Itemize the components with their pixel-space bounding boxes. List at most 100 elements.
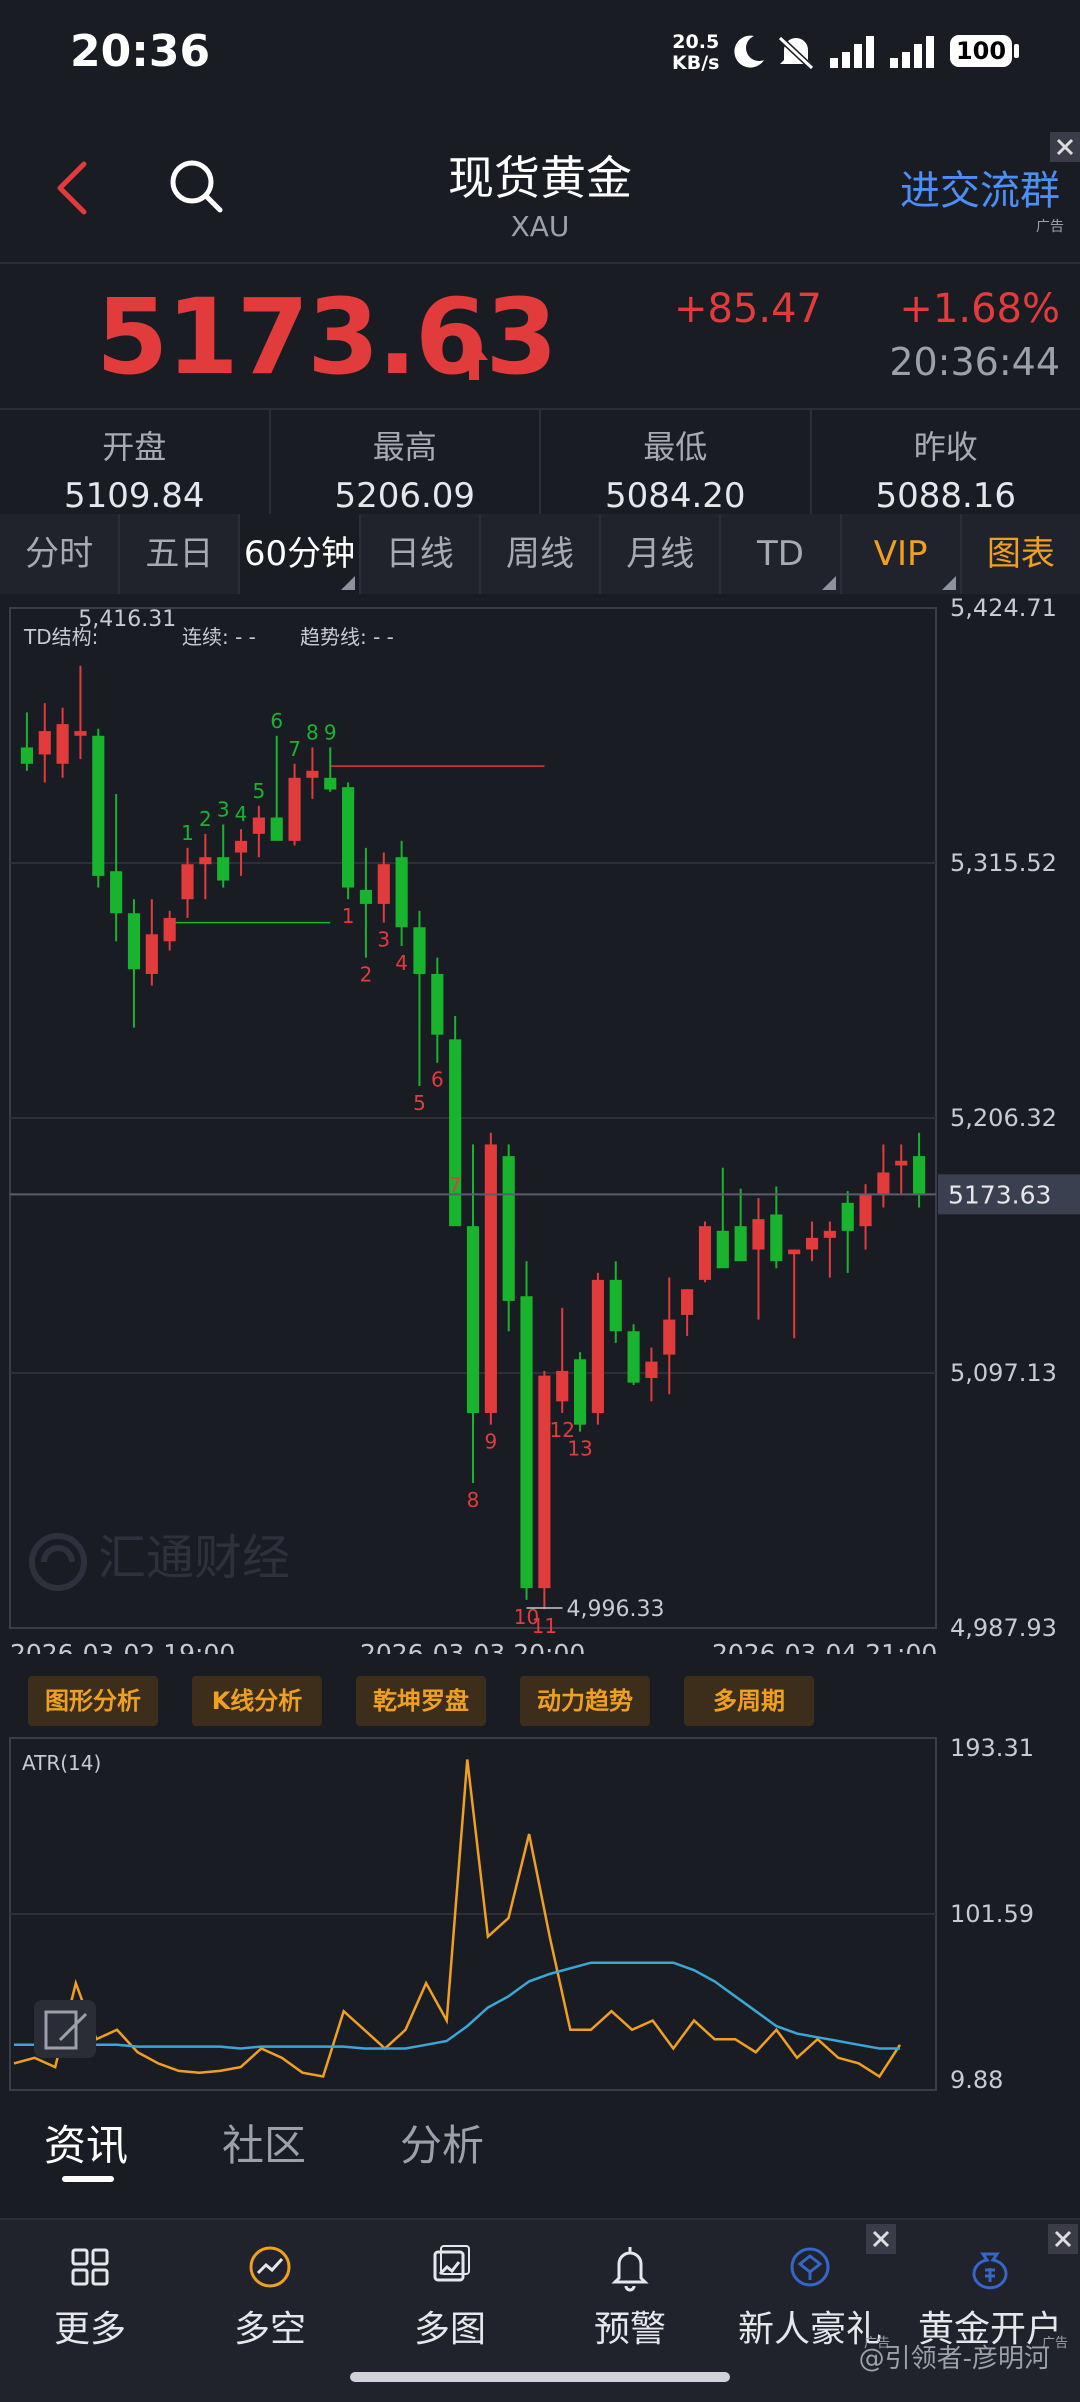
candle-body — [628, 1331, 640, 1382]
low-price-label: 4,996.33 — [567, 1597, 665, 1622]
home-indicator[interactable] — [350, 2372, 730, 2382]
join-group-ad[interactable]: 进交流群 — [900, 158, 1060, 216]
multi-period-button[interactable]: 多周期 — [684, 1676, 814, 1726]
signal-icon-2 — [888, 34, 940, 70]
status-time: 20:36 — [70, 26, 210, 77]
watermark-logo-icon — [32, 1536, 84, 1588]
candle-body — [842, 1203, 854, 1231]
td-count-label: 1 — [181, 821, 194, 845]
candle-body — [574, 1359, 586, 1424]
credit-watermark: @引领者-彦明河 — [859, 2338, 1050, 2375]
ad-tag: 广告 — [1036, 216, 1064, 236]
candle-body — [199, 857, 211, 864]
close-icon[interactable] — [1048, 2224, 1078, 2254]
tab-intraday[interactable]: 分时 — [0, 514, 120, 594]
ad-close-icon[interactable] — [1050, 132, 1080, 162]
drawing-tool-icon[interactable] — [34, 2000, 96, 2058]
candle-body — [735, 1226, 747, 1261]
td-count-label: 2 — [360, 963, 373, 987]
td-count-label: 3 — [217, 798, 230, 822]
tab-five-day[interactable]: 五日 — [120, 514, 240, 594]
stat-prev-close: 昨收 5088.16 — [812, 410, 1080, 514]
candle-body — [378, 864, 390, 904]
candle-body — [467, 1226, 479, 1413]
series-legend-label: 连续: - - — [182, 625, 256, 649]
td-count-label: 5 — [253, 779, 266, 803]
atr-series — [14, 1760, 900, 2077]
td-count-label: 7 — [288, 737, 301, 761]
candle-body — [538, 1376, 550, 1589]
tab-td[interactable]: TD — [721, 514, 841, 594]
candle-body — [592, 1280, 604, 1413]
dropdown-corner-icon — [822, 576, 836, 590]
nav-multi-chart[interactable]: 多图 — [360, 2242, 540, 2352]
battery-tip — [1014, 44, 1019, 58]
atr-chart[interactable]: ATR(14) 193.31101.599.88 — [0, 1732, 1080, 2096]
kline-analysis-button[interactable]: K线分析 — [192, 1676, 322, 1726]
tab-chart-settings[interactable]: 图表 — [962, 514, 1080, 594]
current-price-label: 5173.63 — [948, 1180, 1051, 1209]
nav-alert[interactable]: 预警 — [540, 2242, 720, 2352]
active-tab-underline — [62, 2176, 114, 2182]
dropdown-corner-icon — [341, 576, 355, 590]
tab-news[interactable]: 资讯 — [44, 2112, 128, 2173]
feature-buttons: 图形分析 K线分析 乾坤罗盘 动力趋势 多周期 — [0, 1676, 1080, 1730]
candle-body — [503, 1156, 515, 1301]
td-count-label: 6 — [431, 1068, 444, 1092]
candlestick-chart[interactable]: TD结构: 连续: - - 趋势线: - - 汇通财经 5,424.715,31… — [0, 594, 1080, 1654]
extreme-labels: 5,416.31 4,996.33 — [78, 607, 664, 1622]
td-count-label: 9 — [324, 720, 337, 744]
nav-more[interactable]: 更多 — [0, 2242, 180, 2352]
tab-vip[interactable]: VIP — [842, 514, 962, 594]
nav-long-short[interactable]: 多空 — [180, 2242, 360, 2352]
price-change: +85.47 — [674, 286, 822, 332]
compass-button[interactable]: 乾坤罗盘 — [356, 1676, 486, 1726]
trend-circle-icon — [245, 2242, 295, 2292]
tab-community[interactable]: 社区 — [222, 2112, 306, 2173]
y-tick-label: 5,424.71 — [950, 594, 1057, 622]
candle-body — [39, 731, 51, 754]
candle-body — [253, 817, 265, 833]
pattern-analysis-button[interactable]: 图形分析 — [28, 1676, 158, 1726]
candle-body — [895, 1161, 907, 1166]
quote-time: 20:36:44 — [889, 340, 1060, 384]
candle-body — [520, 1296, 532, 1588]
candle-body — [431, 974, 443, 1035]
header: 现货黄金 XAU 进交流群 广告 — [0, 120, 1080, 260]
y-tick-label: 5,097.13 — [950, 1359, 1057, 1387]
gift-icon — [785, 2242, 835, 2292]
candle-body — [360, 890, 372, 904]
period-tabs: 分时 五日 60分钟 日线 周线 月线 TD VIP 图表 — [0, 514, 1080, 594]
price-block: 5173.63 +85.47 +1.68% 20:36:44 — [0, 262, 1080, 410]
td-count-label: 1 — [342, 904, 355, 928]
x-tick-label: 2026-03-03 20:00 — [360, 1639, 585, 1654]
mute-icon — [774, 32, 818, 72]
dropdown-corner-icon — [942, 576, 956, 590]
candle-body — [413, 927, 425, 974]
close-icon[interactable] — [866, 2224, 896, 2254]
grid-icon — [65, 2242, 115, 2292]
td-count-label: 3 — [377, 928, 390, 952]
candles — [21, 666, 925, 1609]
momentum-trend-button[interactable]: 动力趋势 — [520, 1676, 650, 1726]
atr-y-axis-labels: 193.31101.599.88 — [950, 1734, 1034, 2094]
td-count-label: 4 — [235, 802, 248, 826]
candle-body — [128, 913, 140, 969]
candle-body — [485, 1144, 497, 1413]
td-count-label: 5 — [413, 1091, 426, 1115]
td-count-label: 8 — [306, 720, 319, 744]
content-tabs: 资讯 社区 分析 — [0, 2100, 1080, 2196]
tab-60min[interactable]: 60分钟 — [240, 514, 360, 594]
candle-body — [610, 1280, 622, 1331]
high-price-label: 5,416.31 — [78, 607, 176, 632]
candle-body — [556, 1371, 568, 1401]
tab-monthly[interactable]: 月线 — [601, 514, 721, 594]
candle-body — [146, 934, 158, 974]
candle-body — [21, 747, 33, 763]
candle-body — [181, 864, 193, 899]
atr-title: ATR(14) — [22, 1751, 101, 1775]
td-count-label: 9 — [484, 1430, 497, 1454]
tab-daily[interactable]: 日线 — [361, 514, 481, 594]
tab-weekly[interactable]: 周线 — [481, 514, 601, 594]
tab-analysis[interactable]: 分析 — [400, 2112, 484, 2173]
